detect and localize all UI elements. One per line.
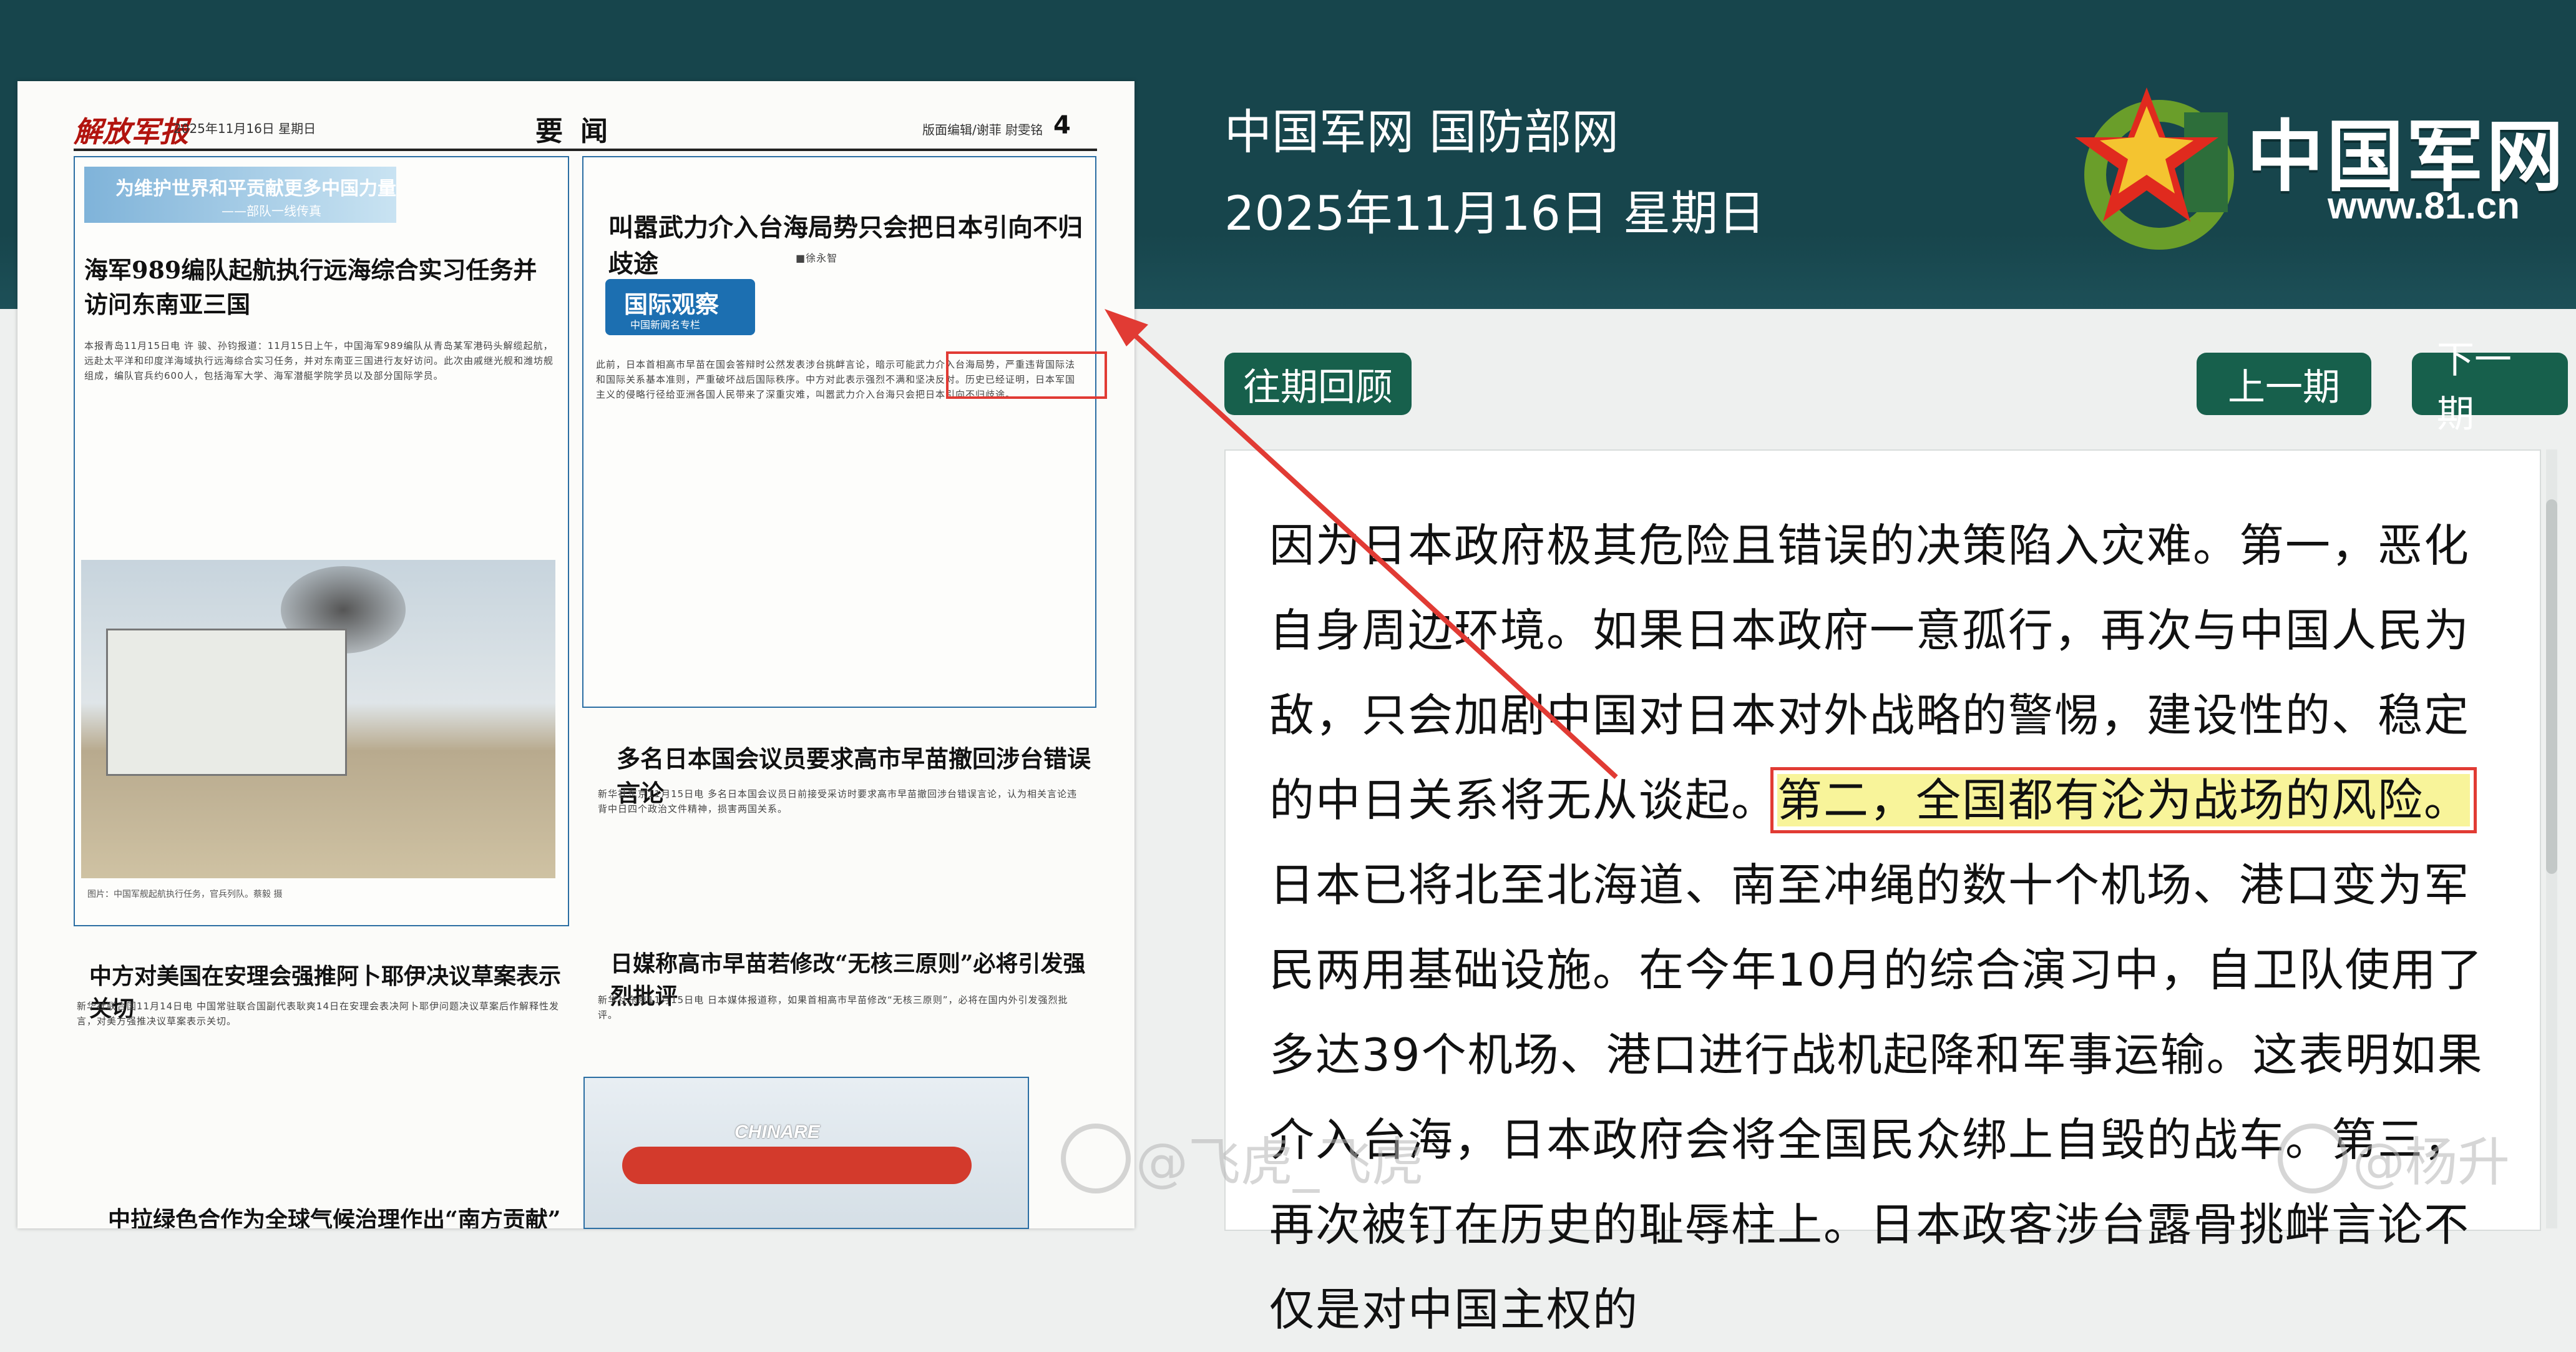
- banner-subtitle: ——部队一线传真: [222, 203, 321, 218]
- watermark-left: @飞虎_飞虎: [1136, 1132, 1425, 1193]
- scrollbar-thumb[interactable]: [2546, 499, 2557, 874]
- navy-photo: [81, 560, 555, 878]
- site-name: 中国军网 国防部网: [1224, 104, 1619, 160]
- body-commentary: 此前，日本首相高市早苗在国会答辩时公然发表涉台挑衅言论，暗示可能武力介入台海局势…: [596, 359, 1076, 400]
- previous-issue-button[interactable]: 上一期: [2197, 353, 2371, 415]
- logo-url[interactable]: www.81.cn: [2328, 184, 2520, 227]
- headline-commentary: 叫嚣武力介入台海局势只会把日本引向不归歧途: [608, 213, 1083, 278]
- newspaper-masthead: 解放军报: [74, 115, 188, 149]
- column-tag: 国际观察 中国新闻名专栏: [605, 279, 755, 335]
- annotation-red-box: [946, 351, 1107, 399]
- newspaper-editors: 版面编辑/谢菲 尉雯铭: [922, 122, 1043, 137]
- headline-climate: 中拉绿色合作为全球气候治理作出“南方贡献”: [108, 1207, 561, 1228]
- article-box-commentary[interactable]: 叫嚣武力介入台海局势只会把日本引向不归歧途 ■徐永智 国际观察 中国新闻名专栏 …: [582, 156, 1096, 708]
- archive-button[interactable]: 往期回顾: [1224, 353, 1412, 415]
- newspaper-page-number: 4: [1053, 111, 1071, 140]
- logo-emblem-icon: [2075, 87, 2234, 250]
- article-text-after: 日本已将北至北海道、南至冲绳的数十个机场、港口变为军民两用基础设施。在今年10月…: [1269, 859, 2484, 1336]
- article-scrollbar[interactable]: [2546, 449, 2557, 1228]
- next-issue-button[interactable]: 下一期: [2412, 338, 2568, 436]
- watermark-right: @杨升: [2353, 1132, 2510, 1193]
- body-lawmakers: 新华社东京11月15日电 多名日本国会议员日前接受采访时要求高市早苗撤回涉台错误…: [598, 788, 1077, 815]
- watermark-left-icon: [1061, 1124, 1131, 1193]
- plane-photo: CHINARE: [583, 1077, 1029, 1229]
- newspaper-page-image[interactable]: 解放军报 2025年11月16日 星期日 要闻 版面编辑/谢菲 尉雯铭 4 为维…: [17, 81, 1134, 1228]
- newspaper-rule: [74, 149, 1097, 151]
- byline-commentary: ■徐永智: [796, 252, 838, 264]
- newspaper-section: 要闻: [535, 115, 625, 147]
- body-navy: 本报青岛11月15日电 许 骏、孙钧报道：11月15日上午，中国海军989编队从…: [84, 340, 554, 381]
- plane-body: [622, 1147, 972, 1184]
- article-highlight: 第二，全国都有沦为战场的风险。: [1770, 767, 2477, 833]
- article-text-panel[interactable]: 因为日本政府极其危险且错误的决策陷入灾难。第一，恶化自身周边环境。如果日本政府一…: [1224, 449, 2541, 1336]
- newspaper-date: 2025年11月16日 星期日: [173, 121, 316, 136]
- photo-vehicle: [106, 629, 347, 776]
- column-tag-subtitle: 中国新闻名专栏: [630, 319, 701, 331]
- newspaper-banner: 为维护世界和平贡献更多中国力量 ——部队一线传真: [84, 167, 396, 223]
- issue-date: 2025年11月16日 星期日: [1224, 185, 1765, 241]
- body-un: 新华社联合国11月14日电 中国常驻联合国副代表耿爽14日在安理会表决阿卜耶伊问…: [77, 1001, 560, 1027]
- watermark-right-icon: [2278, 1124, 2348, 1193]
- headline-navy: 海军989编队起航执行远海综合实习任务并访问东南亚三国: [84, 256, 537, 318]
- article-box-navy[interactable]: 为维护世界和平贡献更多中国力量 ——部队一线传真 海军989编队起航执行远海综合…: [74, 156, 569, 926]
- column-tag-title: 国际观察: [624, 291, 720, 318]
- plane-label: CHINARE: [734, 1122, 820, 1142]
- photo-caption: 图片：中国军舰起航执行任务，官兵列队。蔡毅 摄: [87, 889, 283, 899]
- article-paragraph: 因为日本政府极其危险且错误的决策陷入灾难。第一，恶化自身周边环境。如果日本政府一…: [1269, 503, 2515, 1352]
- banner-title: 为维护世界和平贡献更多中国力量: [115, 178, 396, 200]
